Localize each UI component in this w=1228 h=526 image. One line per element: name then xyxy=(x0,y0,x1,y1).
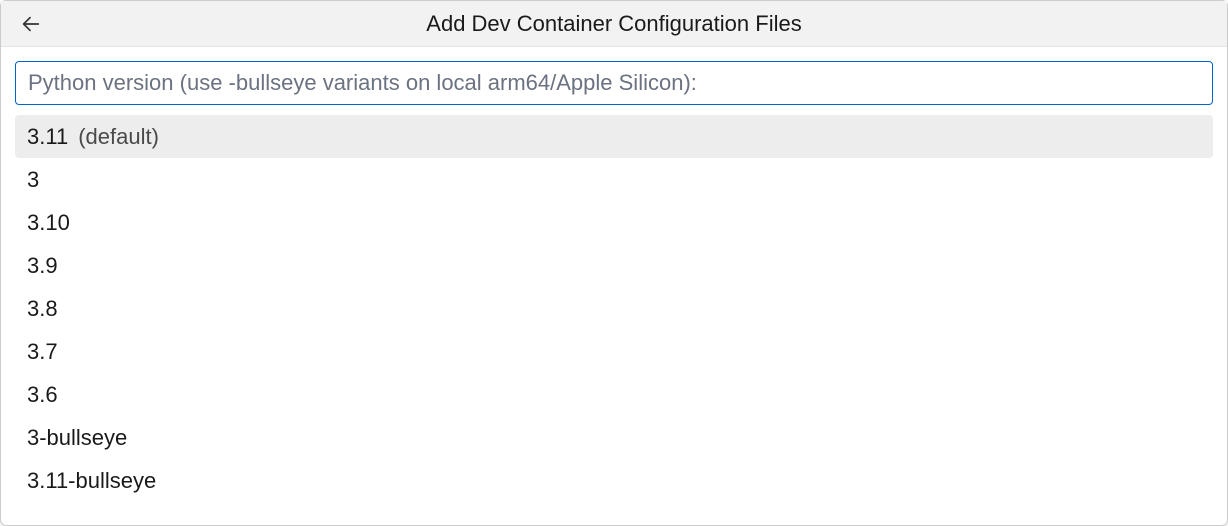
item-label: 3.10 xyxy=(27,210,70,236)
item-label: 3-bullseye xyxy=(27,425,127,451)
list-item[interactable]: 3-bullseye xyxy=(15,416,1213,459)
item-label: 3 xyxy=(27,167,39,193)
list-item[interactable]: 3.7 xyxy=(15,330,1213,373)
list-item[interactable]: 3.9 xyxy=(15,244,1213,287)
item-label: 3.7 xyxy=(27,339,58,365)
item-label: 3.6 xyxy=(27,382,58,408)
search-input[interactable] xyxy=(15,61,1213,105)
list-item[interactable]: 3.10 xyxy=(15,201,1213,244)
item-label: 3.11 xyxy=(27,124,68,150)
list-item[interactable]: 3.11-bullseye xyxy=(15,459,1213,502)
item-label: 3.9 xyxy=(27,253,58,279)
list-item[interactable]: 3.11 (default) xyxy=(15,115,1213,158)
item-label: 3.8 xyxy=(27,296,58,322)
quickpick-panel: Add Dev Container Configuration Files 3.… xyxy=(0,0,1228,526)
options-list: 3.11 (default) 3 3.10 3.9 3.8 3.7 3.6 3-bullseye… xyxy=(1,115,1227,525)
page-title: Add Dev Container Configuration Files xyxy=(17,11,1211,37)
header-bar: Add Dev Container Configuration Files xyxy=(1,1,1227,47)
back-button[interactable] xyxy=(17,10,45,38)
list-item[interactable]: 3.8 xyxy=(15,287,1213,330)
item-label: 3.11-bullseye xyxy=(27,468,156,494)
list-item[interactable]: 3 xyxy=(15,158,1213,201)
list-item[interactable]: 3.6 xyxy=(15,373,1213,416)
item-suffix: (default) xyxy=(78,124,159,150)
input-wrapper xyxy=(1,47,1227,115)
arrow-left-icon xyxy=(20,13,42,35)
